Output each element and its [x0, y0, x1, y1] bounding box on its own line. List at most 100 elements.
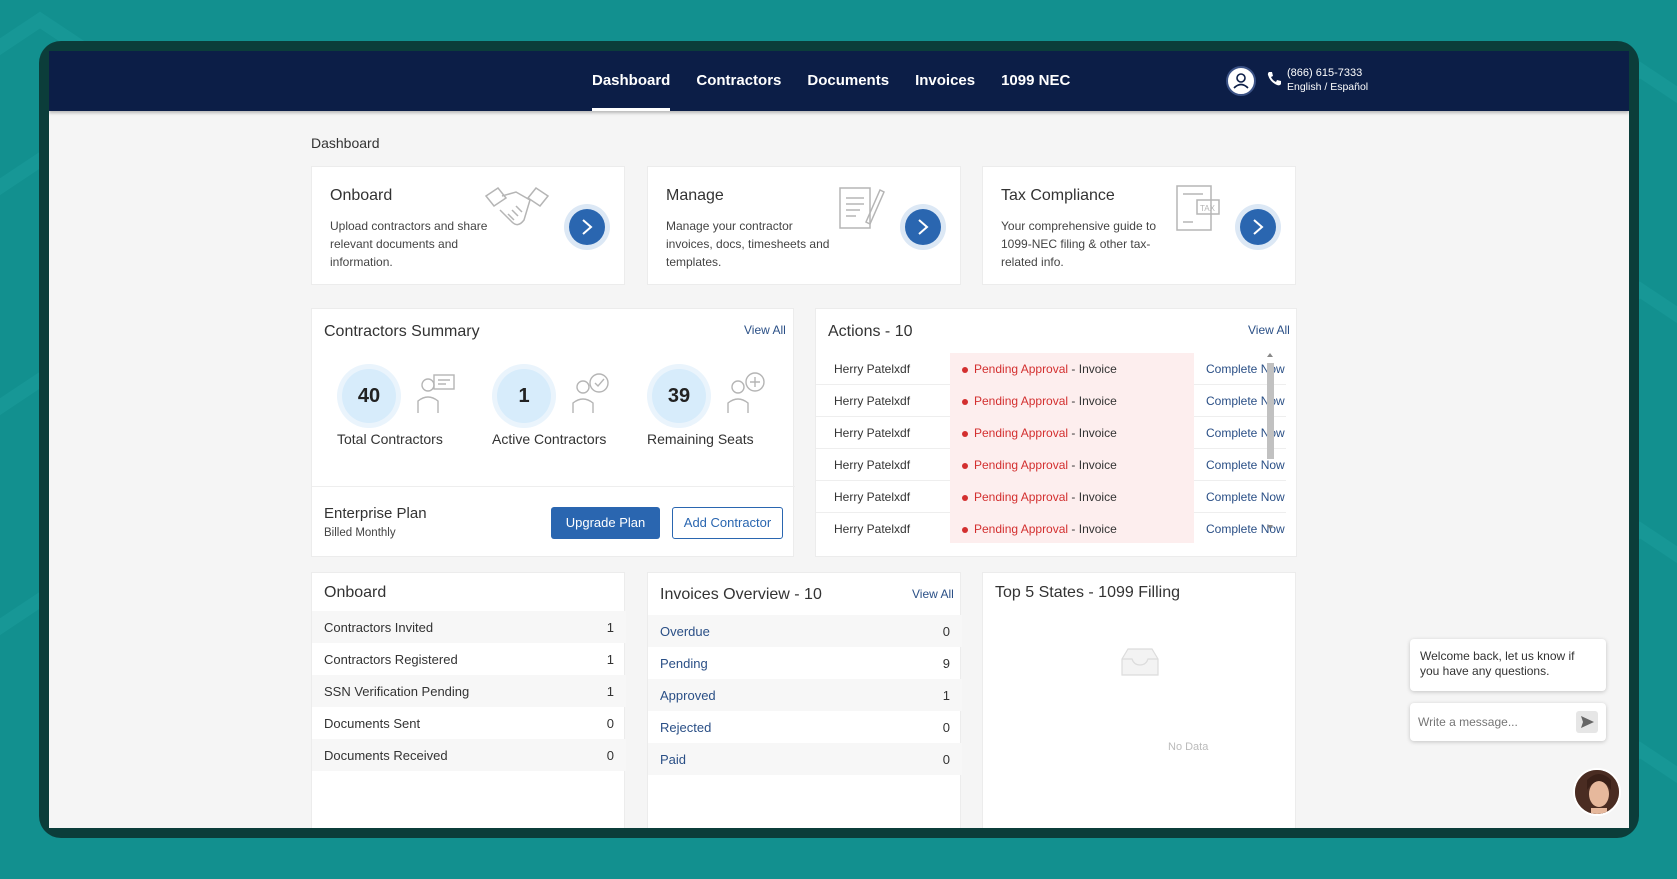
status-dot	[962, 494, 968, 501]
scroll-up-icon[interactable]	[1265, 351, 1275, 359]
tax-compliance-card-desc: Your comprehensive guide to 1099-NEC fil…	[1001, 219, 1156, 269]
action-row: Herry Patelxdf Pending Approval - Invoic…	[816, 385, 1286, 417]
actions-card: Actions - 10 View All Herry Patelxdf Pen…	[815, 308, 1297, 557]
action-contractor-name: Herry Patelxdf	[834, 490, 911, 504]
chevron-right-icon	[918, 219, 929, 235]
total-contractors-value: 40	[342, 369, 396, 423]
action-row: Herry Patelxdf Pending Approval - Invoic…	[816, 417, 1286, 449]
action-row: Herry Patelxdf Pending Approval - Invoic…	[816, 513, 1286, 543]
action-status: Pending Approval - Invoice	[950, 417, 1194, 449]
invoice-status-link[interactable]: Rejected	[660, 720, 711, 735]
document-edit-icon	[839, 187, 885, 229]
list-item-label: Contractors Registered	[324, 652, 458, 667]
invoice-status-link[interactable]: Paid	[660, 752, 686, 767]
chat-send-button[interactable]	[1576, 711, 1598, 733]
list-item-value: 0	[942, 624, 950, 639]
chat-message-input[interactable]	[1418, 712, 1568, 732]
list-item-label: Documents Sent	[324, 716, 421, 731]
list-item: Contractors Invited 1	[312, 611, 626, 643]
onboard-summary-card: Onboard Contractors Invited 1 Contractor…	[311, 572, 626, 828]
action-type: - Invoice	[1068, 362, 1117, 376]
list-item-value: 0	[942, 752, 950, 767]
scroll-thumb[interactable]	[1267, 363, 1274, 459]
list-item: SSN Verification Pending 1	[312, 675, 626, 707]
list-item[interactable]: Overdue 0	[648, 615, 962, 647]
action-status-label: Pending Approval	[974, 394, 1069, 408]
nav-dashboard[interactable]: Dashboard	[579, 51, 683, 111]
invoice-status-link[interactable]: Overdue	[660, 624, 710, 639]
onboard-card-title: Onboard	[330, 187, 393, 204]
chat-input-box	[1410, 703, 1606, 741]
action-contractor-name: Herry Patelxdf	[834, 362, 911, 376]
user-icon	[1233, 73, 1249, 89]
action-status-label: Pending Approval	[974, 522, 1069, 536]
support-phone[interactable]: (866) 615-7333	[1287, 67, 1362, 79]
action-contractor-name: Herry Patelxdf	[834, 458, 911, 472]
svg-text:TAX: TAX	[1200, 204, 1216, 213]
actions-title: Actions - 10	[828, 323, 913, 340]
empty-inbox-icon	[1121, 648, 1159, 676]
send-icon	[1581, 716, 1594, 728]
action-contractor-name: Herry Patelxdf	[834, 426, 911, 440]
action-status: Pending Approval - Invoice	[950, 353, 1194, 385]
user-avatar-button[interactable]	[1226, 66, 1256, 96]
invoice-status-link[interactable]: Pending	[660, 656, 708, 671]
onboard-go-button[interactable]	[564, 204, 610, 250]
action-type: - Invoice	[1068, 490, 1117, 504]
nav-invoices[interactable]: Invoices	[902, 51, 988, 111]
list-item[interactable]: Paid 0	[648, 743, 962, 775]
list-item[interactable]: Pending 9	[648, 647, 962, 679]
active-contractors-stat: 1	[492, 364, 556, 428]
active-contractors-value: 1	[497, 369, 551, 423]
nav-1099-nec[interactable]: 1099 NEC	[988, 51, 1083, 111]
manage-go-button[interactable]	[900, 204, 946, 250]
add-contractor-button[interactable]: Add Contractor	[672, 507, 783, 539]
list-item-value: 1	[606, 652, 614, 667]
invoice-status-link[interactable]: Approved	[660, 688, 716, 703]
invoices-overview-card: Invoices Overview - 10 View All Overdue …	[647, 572, 962, 828]
invoices-view-all-link[interactable]: View All	[912, 587, 954, 601]
action-contractor-name: Herry Patelxdf	[834, 394, 911, 408]
tax-form-icon: TAX	[1176, 185, 1220, 231]
action-status-label: Pending Approval	[974, 362, 1069, 376]
contractors-view-all-link[interactable]: View All	[744, 323, 786, 337]
manage-card-desc: Manage your contractor invoices, docs, t…	[666, 219, 830, 269]
action-status-label: Pending Approval	[974, 458, 1069, 472]
status-dot	[962, 430, 968, 437]
list-item: Documents Received 0	[312, 739, 626, 771]
tax-compliance-card: Tax Compliance Your comprehensive guide …	[982, 166, 1296, 285]
action-status: Pending Approval - Invoice	[950, 513, 1194, 543]
top-states-card: Top 5 States - 1099 Filling	[982, 572, 1296, 828]
breadcrumb: Dashboard	[311, 135, 380, 151]
chat-welcome-message: Welcome back, let us know if you have an…	[1410, 639, 1606, 691]
list-item-label: SSN Verification Pending	[324, 684, 470, 699]
add-seat-icon	[727, 372, 765, 413]
action-row: Herry Patelxdf Pending Approval - Invoic…	[816, 481, 1286, 513]
active-contractor-icon	[572, 373, 609, 413]
remaining-seats-label: Remaining Seats	[647, 431, 754, 447]
scroll-down-icon[interactable]	[1265, 523, 1275, 531]
nav-documents[interactable]: Documents	[794, 51, 902, 111]
action-status-label: Pending Approval	[974, 490, 1069, 504]
chat-agent-avatar[interactable]	[1573, 768, 1621, 816]
active-contractors-label: Active Contractors	[492, 431, 607, 447]
list-item[interactable]: Approved 1	[648, 679, 962, 711]
actions-view-all-link[interactable]: View All	[1248, 323, 1290, 337]
list-item[interactable]: Rejected 0	[648, 711, 962, 743]
actions-list: Herry Patelxdf Pending Approval - Invoic…	[816, 353, 1286, 543]
status-dot	[962, 398, 968, 405]
language-toggle[interactable]: English / Español	[1287, 81, 1368, 93]
action-status: Pending Approval - Invoice	[950, 385, 1194, 417]
tax-compliance-go-button[interactable]	[1235, 204, 1281, 250]
chevron-right-icon	[1253, 219, 1264, 235]
action-row: Herry Patelxdf Pending Approval - Invoic…	[816, 449, 1286, 481]
action-status: Pending Approval - Invoice	[950, 449, 1194, 481]
status-dot	[962, 526, 968, 533]
action-row: Herry Patelxdf Pending Approval - Invoic…	[816, 353, 1286, 385]
list-item-label: Documents Received	[324, 748, 448, 763]
nav-contractors[interactable]: Contractors	[683, 51, 794, 111]
action-contractor-name: Herry Patelxdf	[834, 522, 911, 536]
upgrade-plan-button[interactable]: Upgrade Plan	[551, 507, 660, 539]
actions-scrollbar[interactable]	[1265, 351, 1275, 531]
plan-billing: Billed Monthly	[324, 527, 396, 539]
